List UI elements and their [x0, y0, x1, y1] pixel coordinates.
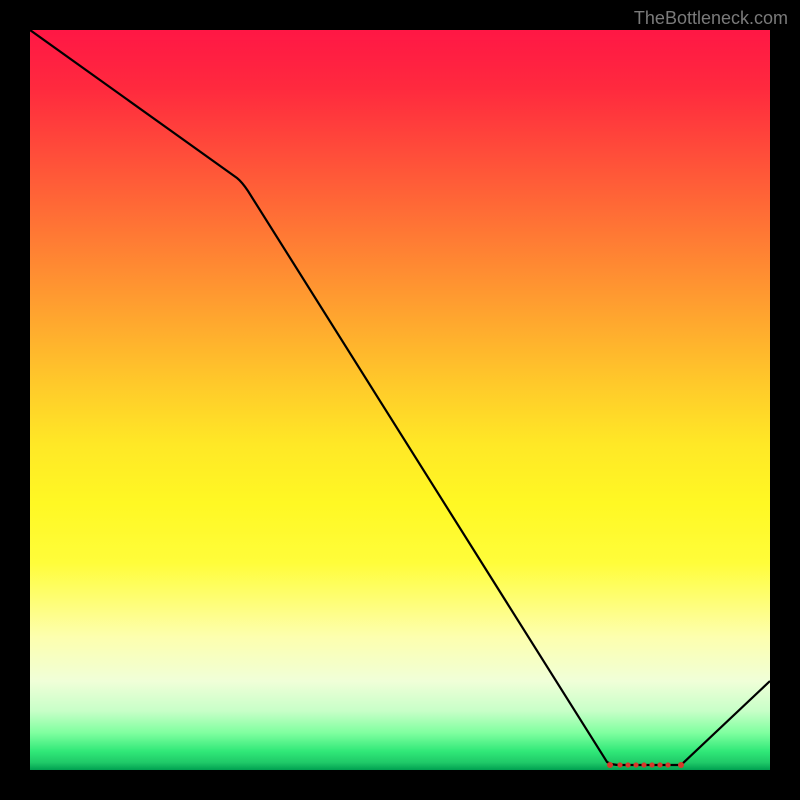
data-line [30, 30, 770, 765]
chart-area [30, 30, 770, 770]
chart-svg [30, 30, 770, 770]
attribution-text: TheBottleneck.com [634, 8, 788, 29]
